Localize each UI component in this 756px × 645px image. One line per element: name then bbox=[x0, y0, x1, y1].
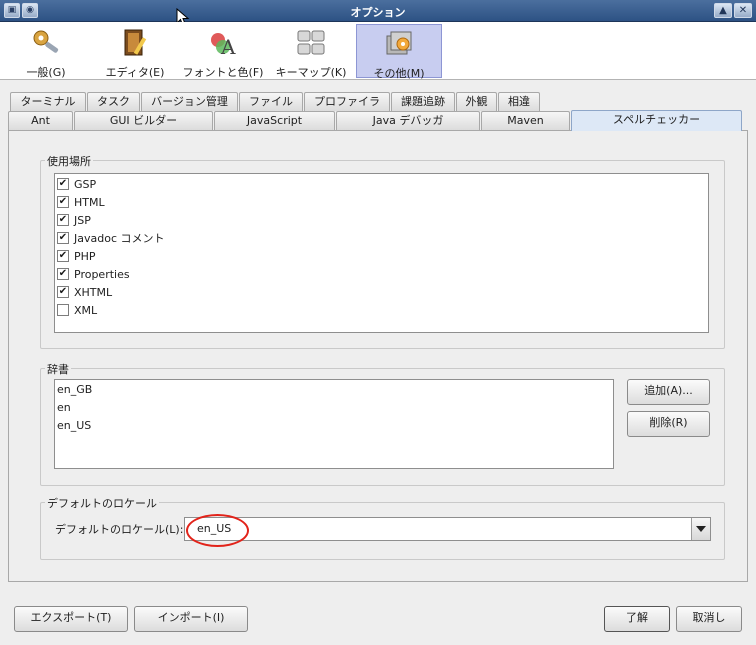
category-label: エディタ(E) bbox=[105, 66, 165, 79]
usage-item-html[interactable]: ✔ HTML bbox=[57, 193, 105, 211]
usage-item-label: Javadoc コメント bbox=[74, 232, 165, 245]
category-fonts-colors[interactable]: A フォントと色(F) bbox=[180, 24, 266, 79]
list-item[interactable]: en_US bbox=[57, 417, 91, 435]
checkbox[interactable] bbox=[57, 304, 69, 316]
usage-item-gsp[interactable]: ✔ GSP bbox=[57, 175, 96, 193]
category-keymap[interactable]: キーマップ(K) bbox=[272, 24, 350, 79]
tab-diff[interactable]: 相違 bbox=[498, 92, 540, 111]
tab-files[interactable]: ファイル bbox=[239, 92, 303, 111]
tab-terminal[interactable]: ターミナル bbox=[10, 92, 86, 111]
usage-item-label: PHP bbox=[74, 249, 96, 263]
checkbox[interactable]: ✔ bbox=[57, 196, 69, 208]
locale-legend: デフォルトのロケール bbox=[45, 495, 159, 511]
tab-maven[interactable]: Maven bbox=[481, 111, 570, 130]
category-miscellaneous[interactable]: その他(M) bbox=[356, 24, 442, 80]
usage-item-label: JSP bbox=[74, 213, 91, 227]
usage-item-label: XML bbox=[74, 303, 98, 317]
export-button[interactable]: エクスポート(T) bbox=[14, 606, 128, 632]
usage-item-php[interactable]: ✔ PHP bbox=[57, 247, 96, 265]
dictionary-legend: 辞書 bbox=[45, 361, 71, 377]
general-settings-icon bbox=[33, 30, 59, 53]
category-general[interactable]: 一般(G) bbox=[14, 24, 78, 79]
cancel-button[interactable]: 取消し bbox=[676, 606, 742, 632]
add-dictionary-button[interactable]: 追加(A)... bbox=[627, 379, 710, 405]
checkbox[interactable]: ✔ bbox=[57, 268, 69, 280]
title-bar: ▣ ◉ オプション ▲ ✕ bbox=[0, 0, 756, 22]
miscellaneous-icon bbox=[386, 31, 412, 55]
usage-item-label: Properties bbox=[74, 267, 130, 281]
tab-ant[interactable]: Ant bbox=[8, 111, 73, 130]
tab-spellchecker[interactable]: スペルチェッカー bbox=[571, 110, 742, 131]
category-label: 一般(G) bbox=[26, 66, 66, 79]
usage-item-label: XHTML bbox=[74, 285, 113, 299]
list-item[interactable]: en bbox=[57, 399, 71, 417]
usage-legend: 使用場所 bbox=[45, 153, 93, 169]
usage-item-label: GSP bbox=[74, 177, 97, 191]
category-label: その他(M) bbox=[373, 67, 425, 80]
tab-gui-builder[interactable]: GUI ビルダー bbox=[74, 111, 213, 130]
checkbox[interactable]: ✔ bbox=[57, 286, 69, 298]
maximize-icon[interactable]: ▲ bbox=[714, 3, 732, 18]
list-item[interactable]: en_GB bbox=[57, 381, 92, 399]
locale-label: デフォルトのロケール(L): bbox=[55, 523, 184, 536]
tab-version-control[interactable]: バージョン管理 bbox=[141, 92, 238, 111]
usage-item-jsp[interactable]: ✔ JSP bbox=[57, 211, 91, 229]
dictionary-list[interactable]: en_GB en en_US bbox=[54, 379, 614, 469]
highlight-annotation bbox=[186, 514, 249, 547]
checkbox[interactable]: ✔ bbox=[57, 214, 69, 226]
close-icon[interactable]: ✕ bbox=[734, 3, 752, 18]
tab-row-bottom: Ant GUI ビルダー JavaScript Java デバッガ Maven … bbox=[0, 110, 756, 131]
keymap-icon bbox=[297, 30, 325, 55]
svg-text:A: A bbox=[220, 35, 236, 59]
category-toolbar: 一般(G) エディタ(E) A フォントと色(F) キーマップ(K) その他(M… bbox=[0, 22, 756, 80]
window-controls: ▲ ✕ bbox=[714, 3, 752, 18]
usage-item-xml[interactable]: XML bbox=[57, 301, 97, 319]
tab-issue-tracking[interactable]: 課題追跡 bbox=[391, 92, 455, 111]
usage-item-properties[interactable]: ✔ Properties bbox=[57, 265, 130, 283]
tab-javascript[interactable]: JavaScript bbox=[214, 111, 335, 130]
usage-item-label: HTML bbox=[74, 195, 105, 209]
category-editor[interactable]: エディタ(E) bbox=[98, 24, 172, 79]
usage-item-javadoc[interactable]: ✔ Javadoc コメント bbox=[57, 229, 165, 247]
usage-item-xhtml[interactable]: ✔ XHTML bbox=[57, 283, 112, 301]
category-label: フォントと色(F) bbox=[182, 66, 264, 79]
tab-appearance[interactable]: 外観 bbox=[456, 92, 497, 111]
category-label: キーマップ(K) bbox=[275, 66, 347, 79]
editor-icon bbox=[124, 29, 147, 56]
tab-tasks[interactable]: タスク bbox=[87, 92, 140, 111]
checkbox[interactable]: ✔ bbox=[57, 250, 69, 262]
usage-list: ✔ GSP ✔ HTML ✔ JSP ✔ Javadoc コメント ✔ PHP ✔ Prop… bbox=[54, 173, 709, 333]
remove-dictionary-button[interactable]: 削除(R) bbox=[627, 411, 710, 437]
tab-profiler[interactable]: プロファイラ bbox=[304, 92, 390, 111]
fonts-colors-icon: A bbox=[211, 33, 236, 59]
chevron-down-icon[interactable] bbox=[691, 518, 710, 540]
tab-row-top: ターミナル タスク バージョン管理 ファイル プロファイラ 課題追跡 外観 相違 bbox=[0, 92, 756, 111]
checkbox[interactable]: ✔ bbox=[57, 178, 69, 190]
tab-java-debugger[interactable]: Java デバッガ bbox=[336, 111, 480, 130]
checkbox[interactable]: ✔ bbox=[57, 232, 69, 244]
ok-button[interactable]: 了解 bbox=[604, 606, 670, 632]
import-button[interactable]: インポート(I) bbox=[134, 606, 248, 632]
window-title: オプション bbox=[350, 6, 406, 19]
locale-select[interactable]: en_US bbox=[184, 517, 711, 541]
